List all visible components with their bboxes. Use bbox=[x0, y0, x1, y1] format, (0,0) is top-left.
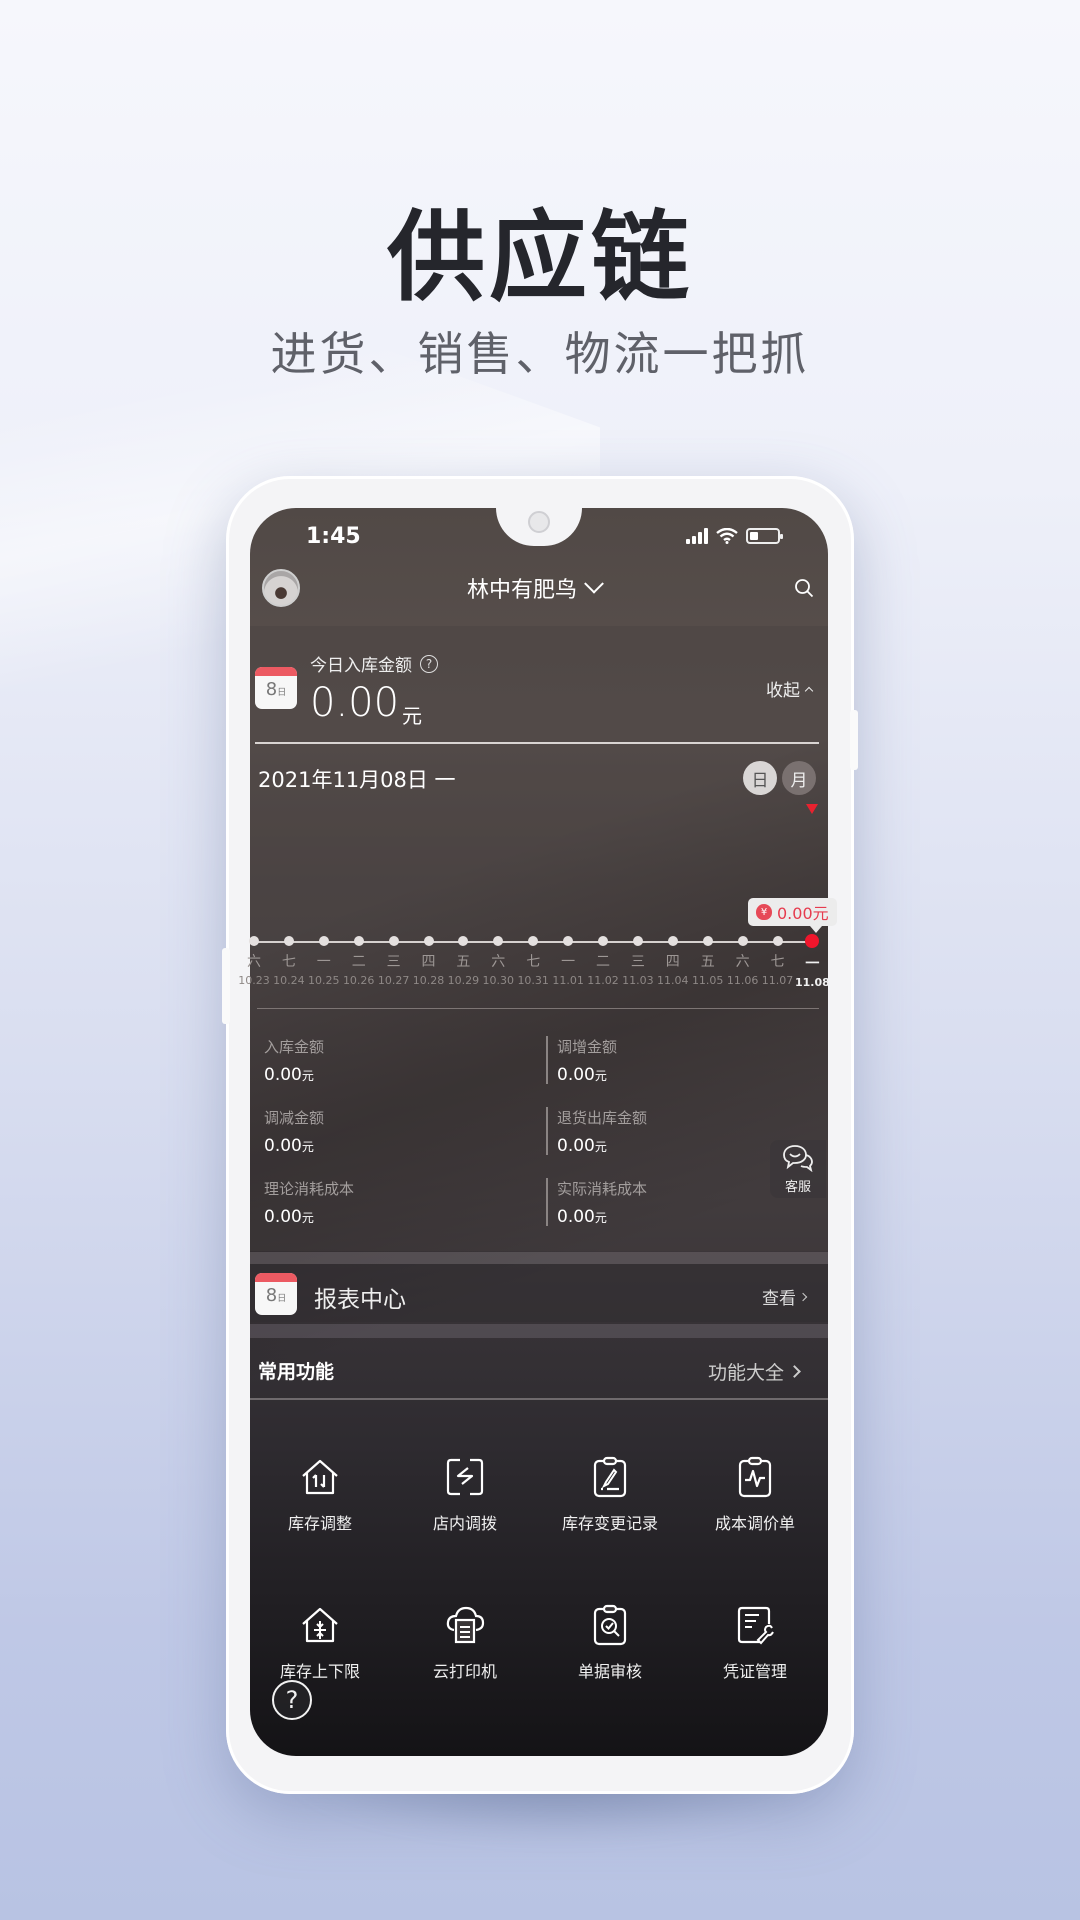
money-bag-icon: ¥ bbox=[756, 904, 772, 920]
chevron-up-icon bbox=[804, 686, 814, 695]
section-gap bbox=[250, 1252, 828, 1264]
function-cloud-printer[interactable]: 云打印机 bbox=[395, 1604, 535, 1682]
timeline-dot bbox=[388, 936, 399, 946]
status-time: 1:45 bbox=[306, 524, 361, 549]
stat-item: 退货出库金额 0.00元 bbox=[557, 1109, 648, 1156]
stat-item: 调减金额 0.00元 bbox=[264, 1109, 325, 1156]
battery-icon bbox=[746, 528, 783, 544]
clipboard-check-icon bbox=[593, 1604, 627, 1646]
transfer-icon bbox=[446, 1458, 484, 1496]
timeline-dot bbox=[528, 936, 539, 946]
phone-side-button bbox=[222, 948, 230, 1024]
timeline-dot bbox=[423, 936, 434, 946]
function-inventory-adjust[interactable]: 库存调整 bbox=[250, 1456, 390, 1534]
today-inbound-amount: 0.00 bbox=[310, 680, 400, 726]
phone-side-button bbox=[850, 710, 858, 770]
timeline-dot bbox=[458, 936, 469, 946]
amount-unit: 元 bbox=[402, 704, 422, 728]
all-functions-link[interactable]: 功能大全 bbox=[708, 1358, 801, 1385]
wifi-icon bbox=[716, 528, 738, 544]
calendar-icon: 8日 bbox=[255, 667, 297, 709]
clipboard-pen-icon bbox=[593, 1456, 627, 1498]
house-limit-icon bbox=[302, 1607, 338, 1643]
divider bbox=[250, 1398, 828, 1400]
timeline-dot bbox=[353, 936, 364, 946]
timeline-dot bbox=[283, 936, 294, 946]
chevron-right-icon bbox=[788, 1365, 801, 1378]
clipboard-pulse-icon bbox=[738, 1456, 772, 1498]
chevron-right-icon bbox=[798, 1292, 808, 1301]
timeline-date: 11.08 bbox=[794, 976, 830, 989]
divider bbox=[257, 1008, 819, 1009]
function-store-transfer[interactable]: 店内调拨 bbox=[395, 1456, 535, 1534]
divider bbox=[255, 742, 819, 744]
signal-icon bbox=[686, 528, 708, 544]
help-button[interactable]: ? bbox=[272, 1680, 312, 1720]
timeline-dot bbox=[737, 936, 748, 946]
timeline-dot bbox=[667, 936, 678, 946]
toggle-month[interactable]: 月 bbox=[782, 761, 816, 795]
chat-bubbles-icon bbox=[783, 1144, 813, 1172]
stat-item: 入库金额 0.00元 bbox=[264, 1038, 325, 1085]
selected-date[interactable]: 2021年11月08日 一 bbox=[258, 764, 456, 794]
stat-item: 调增金额 0.00元 bbox=[557, 1038, 618, 1085]
timeline-day[interactable]: 一 11.08 bbox=[792, 934, 832, 989]
stat-item: 实际消耗成本 0.00元 bbox=[557, 1180, 648, 1227]
timeline-dot bbox=[632, 936, 643, 946]
function-cost-price-adjust[interactable]: 成本调价单 bbox=[685, 1456, 825, 1534]
tooltip-amount: 0.00元 bbox=[777, 904, 829, 923]
today-inbound-label: 今日入库金额 ? bbox=[310, 651, 438, 676]
chevron-down-icon bbox=[584, 573, 604, 594]
timeline-dot bbox=[805, 934, 820, 948]
function-voucher-management[interactable]: 凭证管理 bbox=[685, 1604, 825, 1682]
avatar[interactable] bbox=[262, 569, 300, 607]
timeline-dot bbox=[249, 936, 259, 946]
document-wrench-icon bbox=[737, 1606, 774, 1645]
customer-service-button[interactable]: 客服 bbox=[770, 1140, 826, 1198]
store-selector[interactable]: 林中有肥鸟 bbox=[467, 572, 604, 604]
toggle-day[interactable]: 日 bbox=[743, 761, 777, 795]
front-camera bbox=[528, 511, 550, 533]
column-divider bbox=[546, 1107, 548, 1155]
report-center-title: 报表中心 bbox=[314, 1287, 406, 1313]
view-reports-link[interactable]: 查看 bbox=[762, 1284, 808, 1309]
promo-subheadline: 进货、销售、物流一把抓 bbox=[270, 327, 810, 381]
timeline-dot bbox=[772, 936, 783, 946]
timeline-tooltip: ¥ 0.00元 bbox=[748, 898, 837, 933]
customer-service-label: 客服 bbox=[784, 1179, 811, 1195]
selected-indicator-icon bbox=[806, 804, 818, 814]
calendar-icon: 8日 bbox=[255, 1273, 297, 1315]
promo-headline: 供应链 bbox=[386, 201, 693, 315]
collapse-button[interactable]: 收起 bbox=[766, 676, 814, 701]
house-arrows-icon bbox=[302, 1459, 338, 1495]
status-icons bbox=[686, 528, 783, 544]
store-name: 林中有肥鸟 bbox=[467, 578, 578, 603]
function-document-review[interactable]: 单据审核 bbox=[540, 1604, 680, 1682]
common-functions-title: 常用功能 bbox=[258, 1361, 335, 1383]
timeline-dot bbox=[318, 936, 329, 946]
function-inventory-limits[interactable]: 库存上下限 bbox=[250, 1604, 390, 1682]
column-divider bbox=[546, 1178, 548, 1226]
cloud-printer-icon bbox=[446, 1606, 485, 1644]
search-icon[interactable] bbox=[794, 578, 814, 598]
timeline-dot bbox=[598, 936, 608, 946]
timeline-weekday: 一 bbox=[805, 956, 820, 972]
timeline-dot bbox=[493, 936, 504, 946]
stat-item: 理论消耗成本 0.00元 bbox=[264, 1180, 355, 1227]
function-inventory-change-log[interactable]: 库存变更记录 bbox=[540, 1456, 680, 1534]
section-gap bbox=[250, 1324, 828, 1338]
help-icon[interactable]: ? bbox=[420, 654, 438, 673]
column-divider bbox=[546, 1036, 548, 1084]
timeline-dot bbox=[563, 936, 574, 946]
timeline-dot bbox=[702, 936, 713, 946]
